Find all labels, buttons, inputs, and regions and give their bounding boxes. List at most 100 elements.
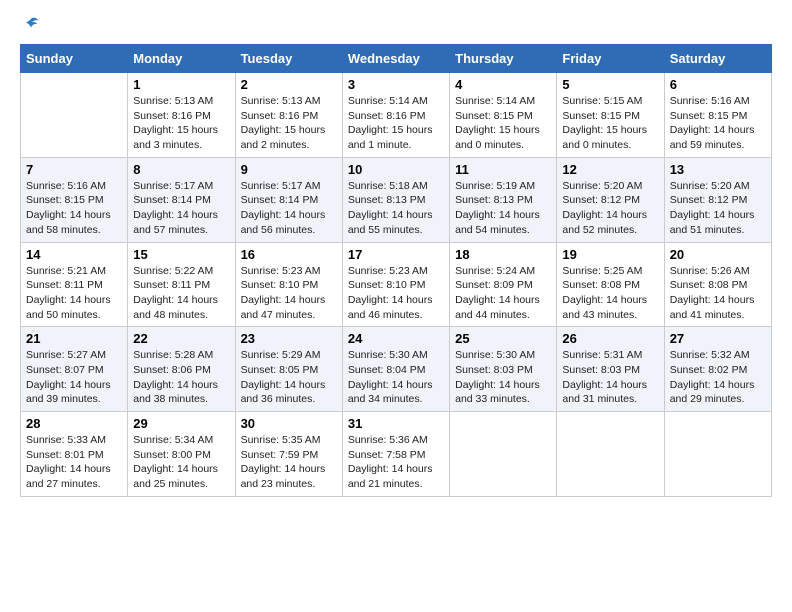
day-info: Sunrise: 5:22 AMSunset: 8:11 PMDaylight:…	[133, 264, 229, 323]
day-number: 7	[26, 162, 122, 177]
day-info: Sunrise: 5:13 AMSunset: 8:16 PMDaylight:…	[241, 94, 337, 153]
day-number: 12	[562, 162, 658, 177]
calendar-cell: 15 Sunrise: 5:22 AMSunset: 8:11 PMDayligh…	[128, 242, 235, 327]
day-info: Sunrise: 5:20 AMSunset: 8:12 PMDaylight:…	[562, 179, 658, 238]
day-number: 10	[348, 162, 444, 177]
calendar-cell: 6 Sunrise: 5:16 AMSunset: 8:15 PMDaylight…	[664, 73, 771, 158]
weekday-header: Tuesday	[235, 45, 342, 73]
weekday-header: Monday	[128, 45, 235, 73]
weekday-header: Sunday	[21, 45, 128, 73]
day-info: Sunrise: 5:14 AMSunset: 8:15 PMDaylight:…	[455, 94, 551, 153]
weekday-header: Thursday	[450, 45, 557, 73]
day-info: Sunrise: 5:17 AMSunset: 8:14 PMDaylight:…	[133, 179, 229, 238]
day-number: 26	[562, 331, 658, 346]
day-number: 16	[241, 247, 337, 262]
weekday-header: Saturday	[664, 45, 771, 73]
day-info: Sunrise: 5:34 AMSunset: 8:00 PMDaylight:…	[133, 433, 229, 492]
calendar-table: SundayMondayTuesdayWednesdayThursdayFrid…	[20, 44, 772, 497]
day-number: 20	[670, 247, 766, 262]
calendar-cell: 10 Sunrise: 5:18 AMSunset: 8:13 PMDayligh…	[342, 157, 449, 242]
day-number: 17	[348, 247, 444, 262]
calendar-cell	[664, 412, 771, 497]
calendar-cell: 26 Sunrise: 5:31 AMSunset: 8:03 PMDayligh…	[557, 327, 664, 412]
calendar-cell: 25 Sunrise: 5:30 AMSunset: 8:03 PMDayligh…	[450, 327, 557, 412]
calendar-cell: 31 Sunrise: 5:36 AMSunset: 7:58 PMDayligh…	[342, 412, 449, 497]
logo-bird-icon	[22, 16, 40, 34]
day-number: 31	[348, 416, 444, 431]
day-number: 6	[670, 77, 766, 92]
calendar-cell: 2 Sunrise: 5:13 AMSunset: 8:16 PMDaylight…	[235, 73, 342, 158]
day-info: Sunrise: 5:19 AMSunset: 8:13 PMDaylight:…	[455, 179, 551, 238]
day-number: 4	[455, 77, 551, 92]
calendar-cell: 16 Sunrise: 5:23 AMSunset: 8:10 PMDayligh…	[235, 242, 342, 327]
calendar-cell: 7 Sunrise: 5:16 AMSunset: 8:15 PMDaylight…	[21, 157, 128, 242]
day-info: Sunrise: 5:17 AMSunset: 8:14 PMDaylight:…	[241, 179, 337, 238]
day-info: Sunrise: 5:31 AMSunset: 8:03 PMDaylight:…	[562, 348, 658, 407]
day-info: Sunrise: 5:29 AMSunset: 8:05 PMDaylight:…	[241, 348, 337, 407]
calendar-cell: 30 Sunrise: 5:35 AMSunset: 7:59 PMDayligh…	[235, 412, 342, 497]
page-header	[20, 20, 772, 34]
logo	[20, 20, 40, 34]
day-number: 5	[562, 77, 658, 92]
calendar-cell: 8 Sunrise: 5:17 AMSunset: 8:14 PMDaylight…	[128, 157, 235, 242]
calendar-cell: 5 Sunrise: 5:15 AMSunset: 8:15 PMDaylight…	[557, 73, 664, 158]
day-info: Sunrise: 5:23 AMSunset: 8:10 PMDaylight:…	[241, 264, 337, 323]
day-number: 19	[562, 247, 658, 262]
day-number: 2	[241, 77, 337, 92]
day-info: Sunrise: 5:30 AMSunset: 8:04 PMDaylight:…	[348, 348, 444, 407]
day-number: 3	[348, 77, 444, 92]
day-number: 25	[455, 331, 551, 346]
calendar-cell: 12 Sunrise: 5:20 AMSunset: 8:12 PMDayligh…	[557, 157, 664, 242]
day-info: Sunrise: 5:18 AMSunset: 8:13 PMDaylight:…	[348, 179, 444, 238]
day-info: Sunrise: 5:32 AMSunset: 8:02 PMDaylight:…	[670, 348, 766, 407]
calendar-cell: 19Sunrise: 5:25 AMSunset: 8:08 PMDayligh…	[557, 242, 664, 327]
day-info: Sunrise: 5:24 AMSunset: 8:09 PMDaylight:…	[455, 264, 551, 323]
day-info: Sunrise: 5:26 AMSunset: 8:08 PMDaylight:…	[670, 264, 766, 323]
day-info: Sunrise: 5:13 AMSunset: 8:16 PMDaylight:…	[133, 94, 229, 153]
day-number: 30	[241, 416, 337, 431]
day-number: 21	[26, 331, 122, 346]
calendar-cell: 13 Sunrise: 5:20 AMSunset: 8:12 PMDayligh…	[664, 157, 771, 242]
day-info: Sunrise: 5:28 AMSunset: 8:06 PMDaylight:…	[133, 348, 229, 407]
calendar-cell: 22 Sunrise: 5:28 AMSunset: 8:06 PMDayligh…	[128, 327, 235, 412]
calendar-cell: 21 Sunrise: 5:27 AMSunset: 8:07 PMDayligh…	[21, 327, 128, 412]
calendar-cell: 3Sunrise: 5:14 AMSunset: 8:16 PMDaylight…	[342, 73, 449, 158]
day-number: 13	[670, 162, 766, 177]
day-number: 11	[455, 162, 551, 177]
weekday-header: Friday	[557, 45, 664, 73]
day-info: Sunrise: 5:16 AMSunset: 8:15 PMDaylight:…	[670, 94, 766, 153]
day-number: 28	[26, 416, 122, 431]
day-number: 8	[133, 162, 229, 177]
day-info: Sunrise: 5:16 AMSunset: 8:15 PMDaylight:…	[26, 179, 122, 238]
day-info: Sunrise: 5:36 AMSunset: 7:58 PMDaylight:…	[348, 433, 444, 492]
day-info: Sunrise: 5:33 AMSunset: 8:01 PMDaylight:…	[26, 433, 122, 492]
calendar-cell	[21, 73, 128, 158]
calendar-cell: 4 Sunrise: 5:14 AMSunset: 8:15 PMDaylight…	[450, 73, 557, 158]
calendar-cell: 9 Sunrise: 5:17 AMSunset: 8:14 PMDaylight…	[235, 157, 342, 242]
calendar-cell: 18Sunrise: 5:24 AMSunset: 8:09 PMDayligh…	[450, 242, 557, 327]
day-info: Sunrise: 5:20 AMSunset: 8:12 PMDaylight:…	[670, 179, 766, 238]
calendar-cell: 11 Sunrise: 5:19 AMSunset: 8:13 PMDayligh…	[450, 157, 557, 242]
day-info: Sunrise: 5:35 AMSunset: 7:59 PMDaylight:…	[241, 433, 337, 492]
day-number: 9	[241, 162, 337, 177]
day-number: 15	[133, 247, 229, 262]
day-info: Sunrise: 5:30 AMSunset: 8:03 PMDaylight:…	[455, 348, 551, 407]
calendar-cell	[557, 412, 664, 497]
day-number: 23	[241, 331, 337, 346]
day-info: Sunrise: 5:15 AMSunset: 8:15 PMDaylight:…	[562, 94, 658, 153]
calendar-cell: 1 Sunrise: 5:13 AMSunset: 8:16 PMDaylight…	[128, 73, 235, 158]
calendar-cell: 20 Sunrise: 5:26 AMSunset: 8:08 PMDayligh…	[664, 242, 771, 327]
weekday-header: Wednesday	[342, 45, 449, 73]
calendar-cell: 27 Sunrise: 5:32 AMSunset: 8:02 PMDayligh…	[664, 327, 771, 412]
day-number: 14	[26, 247, 122, 262]
day-number: 27	[670, 331, 766, 346]
day-number: 22	[133, 331, 229, 346]
calendar-cell: 23 Sunrise: 5:29 AMSunset: 8:05 PMDayligh…	[235, 327, 342, 412]
calendar-cell: 29 Sunrise: 5:34 AMSunset: 8:00 PMDayligh…	[128, 412, 235, 497]
calendar-cell	[450, 412, 557, 497]
calendar-cell: 24Sunrise: 5:30 AMSunset: 8:04 PMDayligh…	[342, 327, 449, 412]
calendar-cell: 17Sunrise: 5:23 AMSunset: 8:10 PMDayligh…	[342, 242, 449, 327]
day-number: 1	[133, 77, 229, 92]
day-number: 29	[133, 416, 229, 431]
day-info: Sunrise: 5:27 AMSunset: 8:07 PMDaylight:…	[26, 348, 122, 407]
